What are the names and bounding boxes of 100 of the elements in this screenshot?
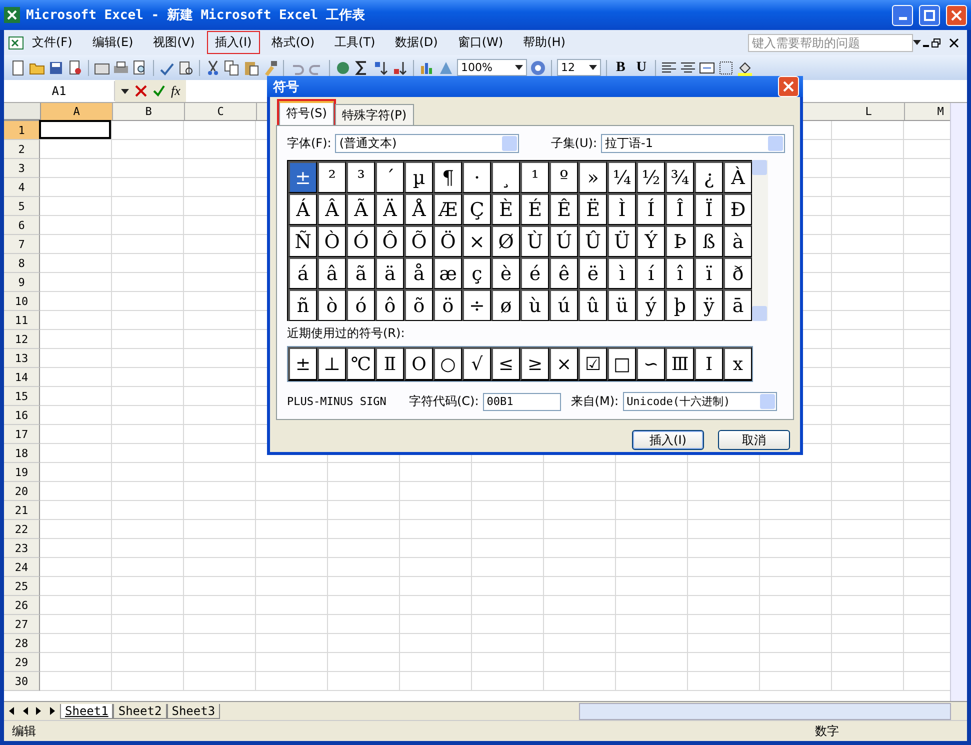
menu-item[interactable]: 工具(T) bbox=[326, 31, 384, 54]
active-cell[interactable] bbox=[39, 120, 111, 139]
symbol-cell[interactable]: ô bbox=[375, 289, 404, 321]
row-header[interactable]: 11 bbox=[4, 311, 40, 330]
recent-symbol[interactable]: ± bbox=[288, 347, 317, 381]
symbol-cell[interactable]: ¸ bbox=[491, 161, 520, 193]
row-header[interactable]: 23 bbox=[4, 539, 40, 558]
symbol-cell[interactable]: ½ bbox=[636, 161, 665, 193]
sort-descending-icon[interactable] bbox=[392, 60, 408, 76]
workbook-icon[interactable] bbox=[8, 34, 24, 50]
symbol-cell[interactable]: Ì bbox=[607, 193, 636, 225]
symbol-cell[interactable]: · bbox=[462, 161, 491, 193]
zoom-dropdown[interactable]: 100% bbox=[457, 59, 527, 76]
symbol-cell[interactable]: Ê bbox=[549, 193, 578, 225]
row-header[interactable]: 3 bbox=[4, 159, 40, 178]
menu-item[interactable]: 文件(F) bbox=[24, 31, 80, 54]
symbol-cell[interactable]: ø bbox=[491, 289, 520, 321]
symbol-cell[interactable]: í bbox=[636, 257, 665, 289]
row-header[interactable]: 30 bbox=[4, 672, 40, 691]
row-header[interactable]: 7 bbox=[4, 235, 40, 254]
row-header[interactable]: 6 bbox=[4, 216, 40, 235]
symbol-cell[interactable]: æ bbox=[433, 257, 462, 289]
cancel-icon[interactable] bbox=[135, 85, 147, 97]
symbol-cell[interactable]: ü bbox=[607, 289, 636, 321]
symbol-cell[interactable]: ÿ bbox=[694, 289, 723, 321]
menu-item[interactable]: 格式(O) bbox=[264, 31, 323, 54]
symbol-cell[interactable]: À bbox=[723, 161, 752, 193]
dialog-tab[interactable]: 特殊字符(P) bbox=[334, 104, 414, 125]
symbol-cell[interactable]: ä bbox=[375, 257, 404, 289]
menu-item[interactable]: 视图(V) bbox=[145, 31, 203, 54]
symbol-cell[interactable]: Û bbox=[578, 225, 607, 257]
research-icon[interactable] bbox=[178, 60, 194, 76]
symbol-cell[interactable]: Ñ bbox=[288, 225, 317, 257]
symbol-cell[interactable]: ÷ bbox=[462, 289, 491, 321]
symbol-cell[interactable]: Þ bbox=[665, 225, 694, 257]
menu-item[interactable]: 编辑(E) bbox=[84, 31, 142, 54]
symbol-cell[interactable]: ā bbox=[723, 289, 752, 321]
cut-icon[interactable] bbox=[205, 60, 221, 76]
row-header[interactable]: 10 bbox=[4, 292, 40, 311]
maximize-button[interactable] bbox=[919, 4, 940, 26]
font-dropdown[interactable]: (普通文本) bbox=[335, 134, 520, 153]
symbol-cell[interactable]: Ü bbox=[607, 225, 636, 257]
recent-symbol[interactable]: ○ bbox=[433, 347, 462, 381]
symbol-cell[interactable]: Ù bbox=[520, 225, 549, 257]
symbol-cell[interactable]: â bbox=[317, 257, 346, 289]
encoding-dropdown[interactable]: Unicode(十六进制) bbox=[622, 392, 777, 411]
row-header[interactable]: 18 bbox=[4, 444, 40, 463]
row-header[interactable]: 25 bbox=[4, 577, 40, 596]
recent-symbol[interactable]: □ bbox=[607, 347, 636, 381]
symbol-cell[interactable]: Í bbox=[636, 193, 665, 225]
row-header[interactable]: 26 bbox=[4, 596, 40, 615]
symbol-cell[interactable]: Î bbox=[665, 193, 694, 225]
sheet-tab[interactable]: Sheet1 bbox=[60, 704, 114, 718]
row-header[interactable]: 19 bbox=[4, 463, 40, 482]
symbol-cell[interactable]: » bbox=[578, 161, 607, 193]
symbol-cell[interactable]: ó bbox=[346, 289, 375, 321]
symbol-cell[interactable]: ñ bbox=[288, 289, 317, 321]
symbol-cell[interactable]: ¾ bbox=[665, 161, 694, 193]
row-header[interactable]: 16 bbox=[4, 406, 40, 425]
close-icon[interactable] bbox=[949, 38, 959, 48]
symbol-cell[interactable]: ú bbox=[549, 289, 578, 321]
symbol-cell[interactable]: ¹ bbox=[520, 161, 549, 193]
recent-symbol[interactable]: ℃ bbox=[346, 347, 375, 381]
symbol-cell[interactable]: ö bbox=[433, 289, 462, 321]
recent-symbol[interactable]: x bbox=[723, 347, 752, 381]
menu-item[interactable]: 帮助(H) bbox=[515, 31, 574, 54]
bold-button[interactable]: B bbox=[612, 60, 630, 76]
symbol-cell[interactable]: ê bbox=[549, 257, 578, 289]
sheet-tab[interactable]: Sheet2 bbox=[113, 704, 167, 718]
align-center-icon[interactable] bbox=[680, 60, 696, 76]
restore-icon[interactable] bbox=[931, 38, 941, 48]
symbol-cell[interactable]: à bbox=[723, 225, 752, 257]
subset-dropdown[interactable]: 拉丁语-1 bbox=[601, 134, 785, 153]
recent-symbol[interactable]: ☑ bbox=[578, 347, 607, 381]
symbol-cell[interactable]: é bbox=[520, 257, 549, 289]
insert-function-button[interactable]: fx bbox=[171, 83, 180, 99]
symbol-cell[interactable]: ¶ bbox=[433, 161, 462, 193]
symbol-cell[interactable]: ë bbox=[578, 257, 607, 289]
symbol-cell[interactable]: µ bbox=[404, 161, 433, 193]
vertical-scrollbar[interactable] bbox=[950, 103, 967, 701]
row-header[interactable]: 17 bbox=[4, 425, 40, 444]
copy-icon[interactable] bbox=[224, 60, 240, 76]
symbol-cell[interactable]: å bbox=[404, 257, 433, 289]
menu-item[interactable]: 窗口(W) bbox=[450, 31, 512, 54]
symbol-cell[interactable]: û bbox=[578, 289, 607, 321]
symbol-cell[interactable]: ß bbox=[694, 225, 723, 257]
align-left-icon[interactable] bbox=[661, 60, 678, 76]
symbol-cell[interactable]: Ò bbox=[317, 225, 346, 257]
symbol-cell[interactable]: ¿ bbox=[694, 161, 723, 193]
check-icon[interactable] bbox=[153, 85, 165, 97]
symbol-cell[interactable]: Ø bbox=[491, 225, 520, 257]
new-document-icon[interactable] bbox=[10, 60, 26, 76]
format-painter-icon[interactable] bbox=[262, 60, 278, 76]
row-header[interactable]: 8 bbox=[4, 254, 40, 273]
insert-button[interactable]: 插入(I) bbox=[632, 430, 704, 450]
row-header[interactable]: 15 bbox=[4, 387, 40, 406]
row-header[interactable]: 5 bbox=[4, 197, 40, 216]
row-header[interactable]: 28 bbox=[4, 634, 40, 653]
symbol-cell[interactable]: Â bbox=[317, 193, 346, 225]
recent-symbol[interactable]: Ⅲ bbox=[665, 347, 694, 381]
